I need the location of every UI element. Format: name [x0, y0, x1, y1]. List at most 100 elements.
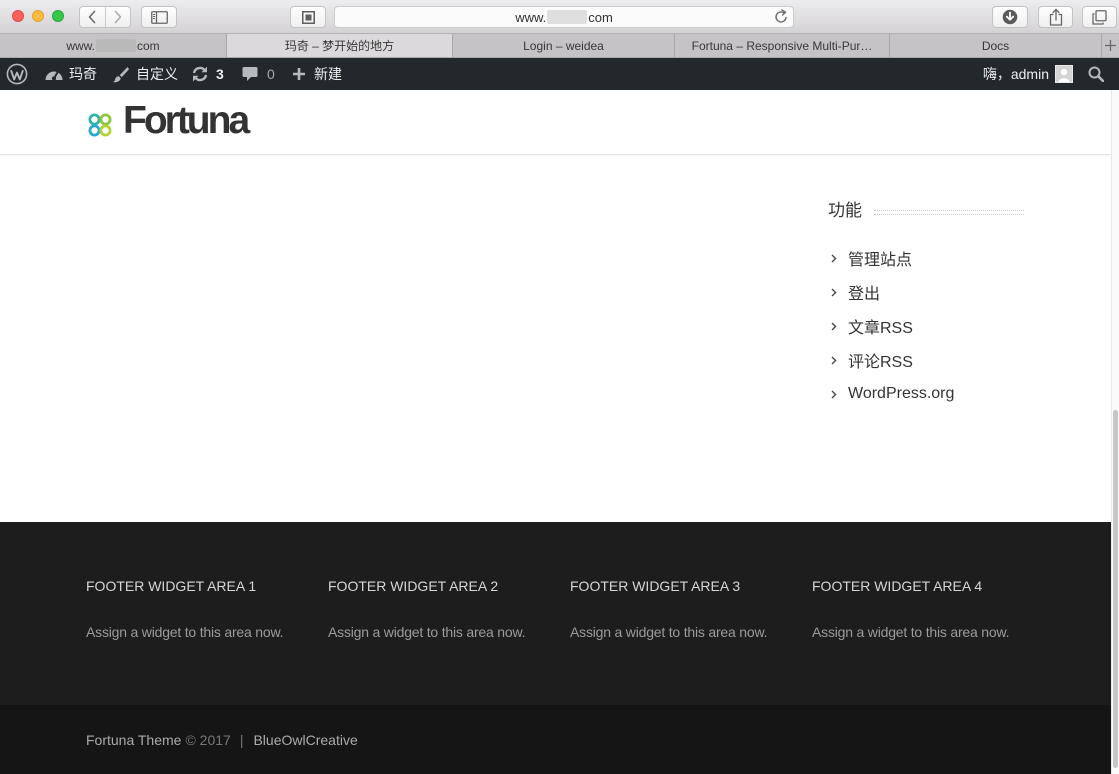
footer-credits: Fortuna Theme © 2017 | BlueOwlCreative [86, 705, 358, 774]
footer-widget-text: Assign a widget to this area now. [812, 624, 1010, 640]
tab-current-site[interactable]: 玛奇 – 梦开始的地方 [227, 34, 453, 57]
meta-widget-list: 管理站点 登出 文章RSS 评论RSS WordPress.org [831, 241, 1061, 411]
sidebar-link-logout[interactable]: 登出 [831, 275, 1061, 309]
redacted-domain [547, 10, 588, 24]
site-name-menu[interactable]: 玛奇 [44, 58, 97, 90]
comment-icon [242, 66, 258, 82]
tab-label-prefix: www. [66, 38, 95, 53]
sidebar-link-label: WordPress.org [848, 385, 955, 402]
footer-widget-title: FOOTER WIDGET AREA 3 [570, 578, 741, 594]
footer-bottom-bar: Fortuna Theme © 2017 | BlueOwlCreative [0, 705, 1111, 774]
tab-label: 玛奇 – 梦开始的地方 [284, 39, 395, 53]
footer-widget-text: Assign a widget to this area now. [328, 624, 526, 640]
admin-search-button[interactable] [1088, 58, 1104, 90]
site-name-label: 玛奇 [69, 66, 97, 82]
wordpress-logo-icon [6, 63, 28, 85]
plus-icon [292, 67, 306, 81]
browser-toolbar: www. com [0, 0, 1119, 34]
site-logo-text[interactable]: Fortuna [123, 98, 250, 144]
url-prefix: www. [515, 9, 547, 25]
new-tab-icon [1105, 40, 1116, 51]
brush-icon [112, 66, 129, 83]
tab-label: Login – weidea [523, 38, 604, 53]
chevron-right-icon [831, 288, 837, 297]
zoom-window-button[interactable] [52, 10, 64, 22]
sidebar-link-site-admin[interactable]: 管理站点 [831, 241, 1061, 275]
tab-site-home[interactable]: www. com [0, 34, 227, 57]
footer-widget-title: FOOTER WIDGET AREA 4 [812, 578, 983, 594]
reader-button[interactable] [290, 6, 326, 28]
my-account-menu[interactable]: 嗨，admin [983, 58, 1073, 90]
sidebar-link-label: 文章RSS [848, 320, 913, 337]
navigation-buttons [79, 6, 131, 28]
greeting-label: 嗨，admin [982, 66, 1049, 82]
browser-window: www. com www. com 玛奇 – 梦开始的地方 Login – we… [0, 0, 1119, 774]
author-credit-link[interactable]: BlueOwlCreative [253, 732, 357, 748]
footer-widgets: FOOTER WIDGET AREA 1 Assign a widget to … [0, 522, 1111, 705]
new-label: 新建 [314, 66, 342, 82]
url-text: www. com [335, 7, 793, 27]
chevron-right-icon [831, 390, 837, 399]
scrollbar-thumb[interactable] [1113, 410, 1118, 768]
avatar [1055, 65, 1073, 83]
share-button[interactable] [1038, 6, 1073, 28]
sidebar-link-comments-rss[interactable]: 评论RSS [831, 343, 1061, 377]
updates-count: 3 [216, 66, 224, 82]
chevron-right-icon [831, 356, 837, 365]
forward-button[interactable] [104, 7, 131, 27]
comments-link[interactable]: 0 [242, 58, 275, 90]
footer-widget-title: FOOTER WIDGET AREA 2 [328, 578, 499, 594]
customize-link[interactable]: 自定义 [112, 58, 178, 90]
tab-login[interactable]: Login – weidea [453, 34, 675, 57]
tab-bar: www. com 玛奇 – 梦开始的地方 Login – weidea Fort… [0, 34, 1119, 58]
widget-title: 功能 [828, 201, 862, 220]
url-suffix: com [588, 9, 613, 25]
wordpress-menu[interactable] [6, 58, 28, 90]
footer-widget-title: FOOTER WIDGET AREA 1 [86, 578, 257, 594]
share-icon [1049, 8, 1063, 26]
sidebar-link-label: 评论RSS [848, 354, 913, 371]
tab-label-suffix: com [137, 38, 160, 53]
sidebar-link-wordpress-org[interactable]: WordPress.org [831, 377, 1061, 411]
sidebar-link-label: 登出 [848, 286, 881, 303]
downloads-button[interactable] [992, 6, 1028, 28]
widget-title-divider [874, 210, 1024, 215]
tab-fortuna[interactable]: Fortuna – Responsive Multi-Pur… [675, 34, 890, 57]
chevron-right-icon [831, 254, 837, 263]
sidebar-link-entries-rss[interactable]: 文章RSS [831, 309, 1061, 343]
search-icon [1088, 66, 1104, 82]
customize-label: 自定义 [136, 66, 178, 82]
tab-overview-button[interactable] [1082, 6, 1117, 28]
redacted-domain [96, 39, 136, 52]
tabs-overview-icon [1092, 9, 1107, 25]
close-window-button[interactable] [12, 10, 24, 22]
chevron-right-icon [831, 322, 837, 331]
new-tab-button[interactable] [1102, 34, 1119, 57]
comments-count: 0 [267, 66, 275, 82]
tab-label: Docs [981, 38, 1010, 53]
footer-widget-text: Assign a widget to this area now. [570, 624, 768, 640]
tab-docs[interactable]: Docs [890, 34, 1102, 57]
new-content-menu[interactable]: 新建 [292, 58, 342, 90]
back-button[interactable] [80, 7, 105, 27]
footer-widget-text: Assign a widget to this area now. [86, 624, 284, 640]
back-icon [87, 10, 97, 24]
tab-label: Fortuna – Responsive Multi-Pur… [691, 38, 873, 53]
page-scrollbar[interactable] [1111, 90, 1119, 774]
site-header: Fortuna [0, 90, 1111, 155]
address-bar[interactable]: www. com [334, 6, 794, 28]
theme-credit-link[interactable]: Fortuna Theme [86, 732, 181, 748]
reload-icon[interactable] [774, 9, 788, 24]
clover-logo-icon[interactable] [87, 112, 113, 138]
wp-admin-bar: 玛奇 自定义 3 0 新建 嗨，admin [0, 58, 1119, 90]
dashboard-icon [44, 66, 64, 82]
copyright-text: © 2017 [185, 731, 231, 748]
updates-link[interactable]: 3 [191, 58, 224, 90]
minimize-window-button[interactable] [32, 10, 44, 22]
sidebar-button[interactable] [141, 6, 177, 28]
updates-icon [191, 65, 209, 83]
forward-icon [113, 10, 123, 24]
downloads-icon [1002, 9, 1018, 25]
sidebar-link-label: 管理站点 [848, 252, 913, 269]
sidebar-icon [150, 10, 168, 24]
